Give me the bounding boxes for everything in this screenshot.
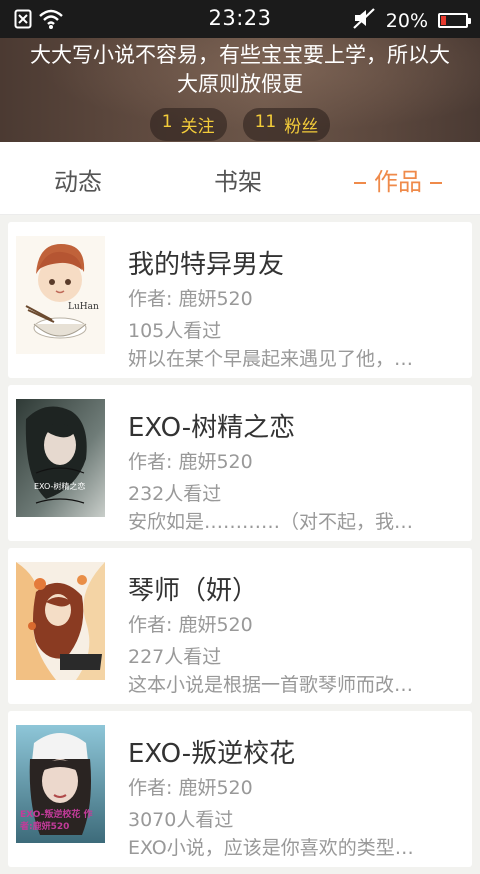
book-cover: EXO-叛逆校花 作者:鹿妍520 — [16, 725, 105, 843]
follow-stats: 1 关注 11 粉丝 — [0, 108, 480, 141]
book-cover: EXO-树精之恋 — [16, 399, 105, 517]
book-views: 3070人看过 — [128, 809, 234, 831]
book-item[interactable]: 琴师（妍） 作者: 鹿妍520 227人看过 这本小说是根据一首歌琴师而改… — [8, 548, 472, 704]
status-right: 20% — [352, 7, 471, 34]
book-item[interactable]: EXO-树精之恋 EXO-树精之恋 作者: 鹿妍520 232人看过 安欣如是…… — [8, 385, 472, 541]
works-list: LuHan 我的特异男友 作者: 鹿妍520 105人看过 妍以在某个早晨起来遇… — [8, 222, 472, 874]
tab-works[interactable]: 作品 — [346, 162, 450, 197]
profile-header: 大大写小说不容易，有些宝宝要上学，所以大大原则放假更 1 关注 11 粉丝 — [0, 38, 480, 142]
mute-icon — [352, 7, 376, 34]
book-title: 我的特异男友 — [128, 250, 285, 280]
status-bar: 23:23 20% — [0, 0, 480, 38]
fans-label: 粉丝 — [284, 117, 319, 137]
book-title: 琴师（妍） — [128, 576, 259, 606]
book-cover: LuHan — [16, 236, 105, 354]
profile-signature: 大大写小说不容易，有些宝宝要上学，所以大大原则放假更 — [30, 43, 450, 96]
tab-activity[interactable]: 动态 — [54, 162, 102, 197]
book-description: EXO小说，应该是你喜欢的类型… — [128, 837, 414, 859]
book-description: 妍以在某个早晨起来遇见了他，… — [128, 348, 414, 370]
fans-button[interactable]: 11 粉丝 — [242, 108, 331, 141]
book-item[interactable]: LuHan 我的特异男友 作者: 鹿妍520 105人看过 妍以在某个早晨起来遇… — [8, 222, 472, 378]
book-item[interactable]: EXO-叛逆校花 作者:鹿妍520 EXO-叛逆校花 作者: 鹿妍520 307… — [8, 711, 472, 867]
book-cover-text: EXO-叛逆校花 作者:鹿妍520 — [20, 810, 93, 832]
book-title: EXO-叛逆校花 — [128, 739, 296, 769]
tab-works-label: 作品 — [374, 168, 422, 196]
book-description: 安欣如是…………（对不起，我… — [128, 511, 414, 533]
battery-icon — [438, 13, 471, 28]
book-author: 作者: 鹿妍520 — [128, 451, 253, 473]
book-cover-text: EXO-树精之恋 — [34, 482, 86, 491]
tab-bar: 动态 书架 作品 — [0, 142, 480, 215]
battery-percent: 20% — [385, 9, 428, 32]
book-cover-text: LuHan — [68, 302, 99, 312]
book-author: 作者: 鹿妍520 — [128, 614, 253, 636]
tab-bookshelf[interactable]: 书架 — [214, 162, 262, 197]
following-label: 关注 — [180, 117, 215, 137]
book-author: 作者: 鹿妍520 — [128, 777, 253, 799]
following-count: 1 — [161, 112, 173, 132]
book-views: 227人看过 — [128, 646, 222, 668]
following-button[interactable]: 1 关注 — [149, 108, 227, 141]
book-description: 这本小说是根据一首歌琴师而改… — [128, 674, 414, 696]
tab-bookshelf-label: 书架 — [214, 168, 262, 196]
battery-level — [441, 16, 446, 25]
book-author: 作者: 鹿妍520 — [128, 288, 253, 310]
tab-indicator-right — [430, 182, 442, 184]
book-title: EXO-树精之恋 — [128, 413, 296, 443]
fans-count: 11 — [254, 112, 277, 132]
book-views: 232人看过 — [128, 483, 222, 505]
book-views: 105人看过 — [128, 320, 222, 342]
tab-indicator-left — [354, 182, 366, 184]
tab-activity-label: 动态 — [54, 168, 102, 196]
book-cover — [16, 562, 105, 680]
